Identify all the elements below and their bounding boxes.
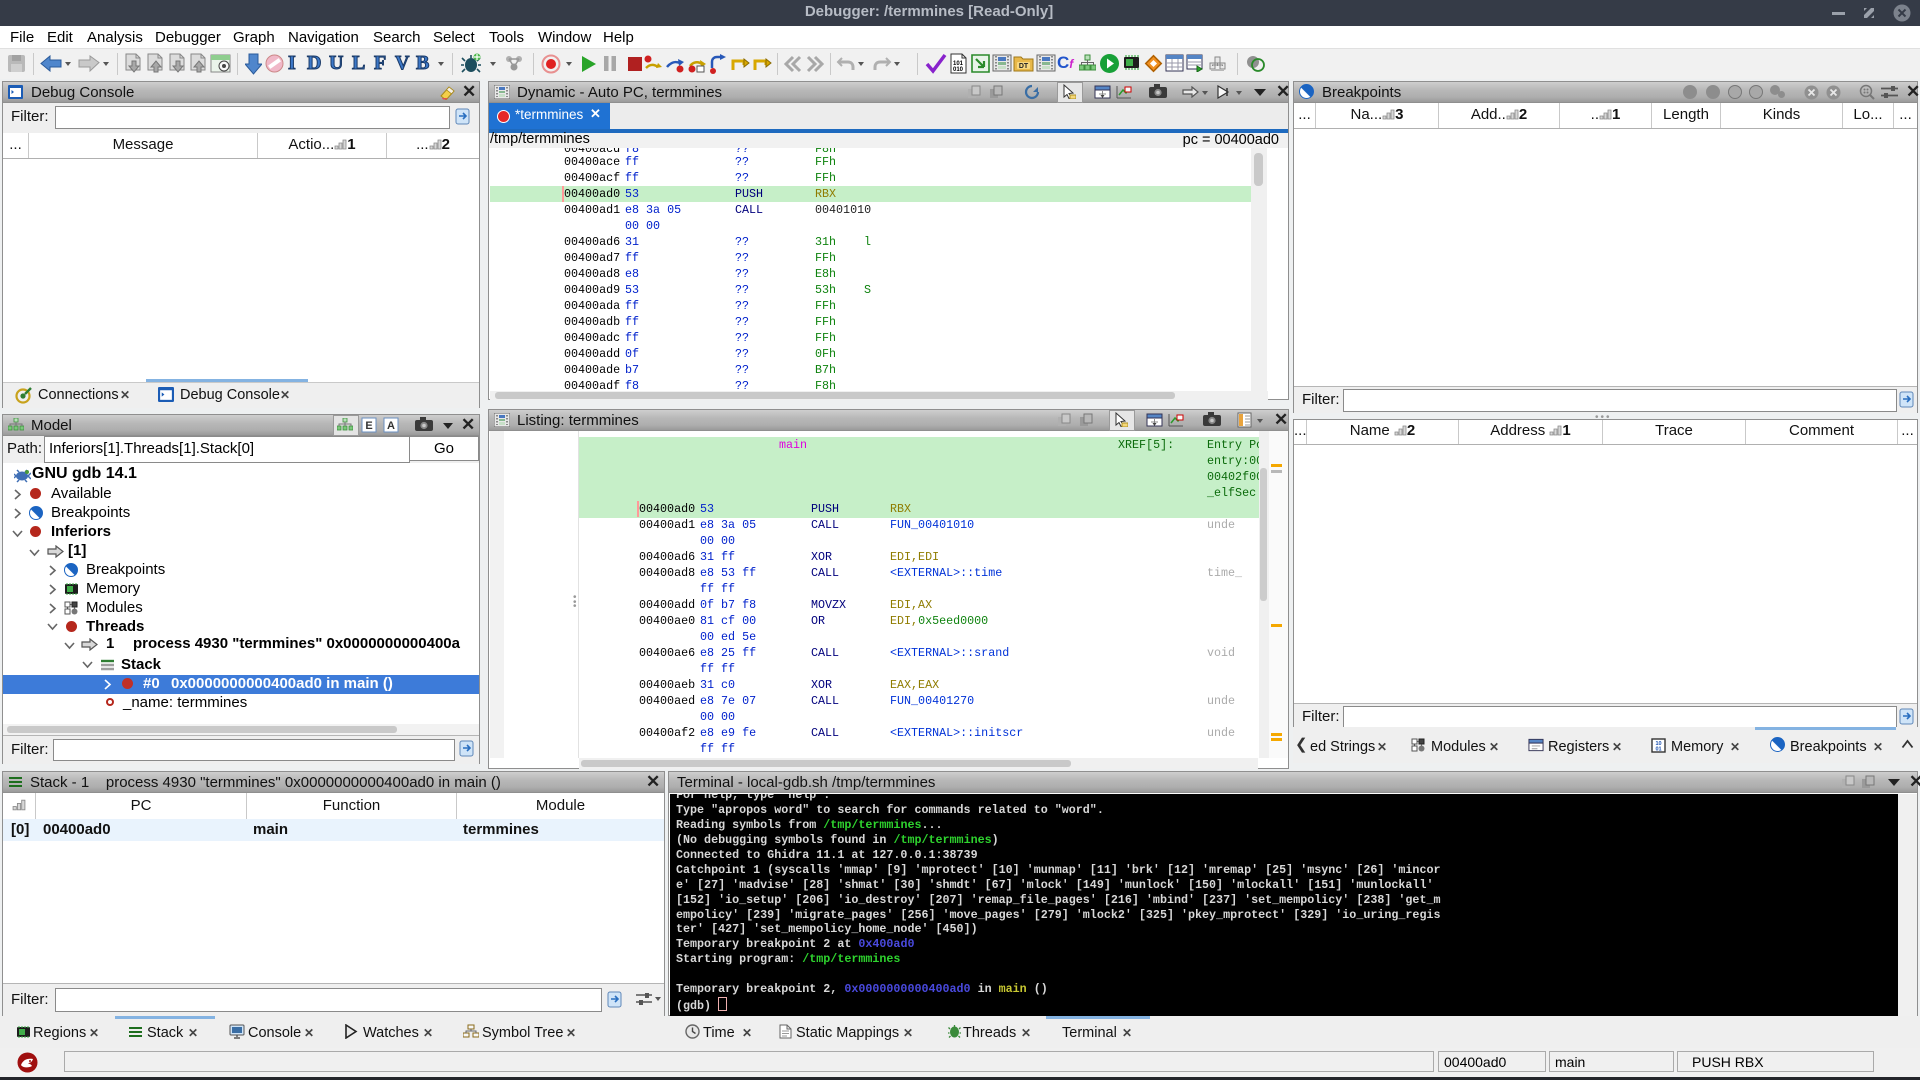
svg-text:010: 010: [953, 67, 964, 73]
svg-text:DT: DT: [1019, 63, 1029, 70]
svg-text:A: A: [387, 420, 395, 432]
svg-text:01: 01: [1655, 747, 1661, 753]
svg-text:E: E: [365, 420, 372, 432]
